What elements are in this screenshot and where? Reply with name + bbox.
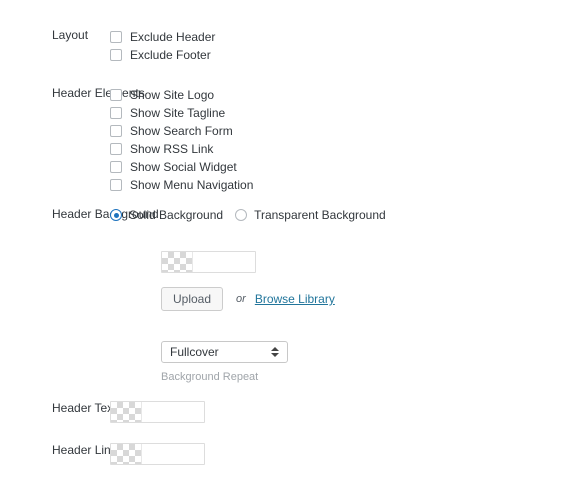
chevron-updown-icon[interactable] <box>271 342 279 362</box>
checkbox-show-site-tagline[interactable]: Show Site Tagline <box>110 104 253 122</box>
checkbox-box-exclude-footer[interactable] <box>110 49 122 61</box>
checkbox-label-show-site-logo: Show Site Logo <box>130 88 215 102</box>
header-text-color-label: Header Text Color <box>52 401 149 415</box>
checkbox-box-show-search-form[interactable] <box>110 125 122 137</box>
radio-label-solid-background: Solid Background <box>129 208 224 222</box>
background-repeat-help-text: Background Repeat <box>161 371 259 383</box>
header-background-options: Solid Background Transparent Background <box>110 207 398 223</box>
checkbox-label-show-site-tagline: Show Site Tagline <box>130 106 226 120</box>
header-link-color-control <box>110 443 205 465</box>
checkbox-label-show-menu-navigation: Show Menu Navigation <box>130 178 254 192</box>
layout-options: Exclude Header Exclude Footer <box>110 28 215 64</box>
radio-solid-background[interactable]: Solid Background <box>110 208 223 222</box>
checkbox-show-search-form[interactable]: Show Search Form <box>110 122 253 140</box>
radio-label-transparent-background: Transparent Background <box>254 208 386 222</box>
checkbox-show-site-logo[interactable]: Show Site Logo <box>110 86 253 104</box>
background-repeat-selected-value: Fullcover <box>170 345 219 359</box>
header-text-color-section: Header Text Color <box>0 401 205 423</box>
checkbox-box-show-site-logo[interactable] <box>110 89 122 101</box>
upload-button[interactable]: Upload <box>161 287 224 311</box>
checkbox-box-exclude-header[interactable] <box>110 31 122 43</box>
radio-dot-transparent-background[interactable] <box>235 209 248 221</box>
header-elements-options: Show Site Logo Show Site Tagline Show Se… <box>110 86 253 194</box>
radio-dot-solid-background[interactable] <box>110 209 122 221</box>
checkbox-box-show-social-widget[interactable] <box>110 161 122 173</box>
color-value-field-text[interactable] <box>141 402 204 422</box>
header-text-color-control <box>110 401 205 423</box>
checkbox-exclude-footer[interactable]: Exclude Footer <box>110 46 215 64</box>
color-swatch-widget-link[interactable] <box>110 443 205 465</box>
checkbox-show-menu-navigation[interactable]: Show Menu Navigation <box>110 176 253 194</box>
radio-transparent-background[interactable]: Transparent Background <box>235 208 386 222</box>
checkbox-label-exclude-footer: Exclude Footer <box>130 48 211 62</box>
checkbox-box-show-site-tagline[interactable] <box>110 107 122 119</box>
transparency-checkerboard-icon <box>162 252 192 272</box>
checkbox-exclude-header[interactable]: Exclude Header <box>110 28 215 46</box>
layout-section: Layout Exclude Header Exclude Footer <box>0 28 215 64</box>
browse-library-link[interactable]: Browse Library <box>255 292 335 306</box>
background-repeat-select[interactable]: Fullcover <box>161 341 288 363</box>
checkbox-box-show-rss-link[interactable] <box>110 143 122 155</box>
background-repeat-select-wrapper: Fullcover <box>161 341 288 366</box>
color-swatch-widget-text[interactable] <box>110 401 205 423</box>
checkbox-label-show-search-form: Show Search Form <box>130 124 233 138</box>
color-value-field-background[interactable] <box>192 252 255 272</box>
transparency-checkerboard-icon <box>111 444 141 464</box>
background-image-upload-row: Upload or Browse Library <box>161 287 335 311</box>
header-background-section-label: Header Background <box>52 207 159 221</box>
header-link-color-label: Header Link Color <box>52 443 149 457</box>
color-value-field-link[interactable] <box>141 444 204 464</box>
checkbox-label-show-rss-link: Show RSS Link <box>130 142 214 156</box>
header-background-color-picker[interactable] <box>161 251 256 273</box>
or-separator-text: or <box>236 293 246 305</box>
checkbox-show-rss-link[interactable]: Show RSS Link <box>110 140 253 158</box>
chevron-up-icon <box>271 347 279 351</box>
layout-section-label: Layout <box>52 28 89 42</box>
header-link-color-section: Header Link Color <box>0 443 205 465</box>
checkbox-label-exclude-header: Exclude Header <box>130 30 216 44</box>
chevron-down-icon <box>271 353 279 357</box>
checkbox-show-social-widget[interactable]: Show Social Widget <box>110 158 253 176</box>
checkbox-box-show-menu-navigation[interactable] <box>110 179 122 191</box>
header-background-radio-group: Solid Background Transparent Background <box>110 207 398 223</box>
transparency-checkerboard-icon <box>111 402 141 422</box>
header-elements-section-label: Header Elements <box>52 86 145 100</box>
header-elements-section: Header Elements Show Site Logo Show Site… <box>0 86 253 194</box>
color-swatch-widget-background[interactable] <box>161 251 256 273</box>
header-background-section: Header Background Solid Background Trans… <box>0 207 398 223</box>
checkbox-label-show-social-widget: Show Social Widget <box>130 160 237 174</box>
